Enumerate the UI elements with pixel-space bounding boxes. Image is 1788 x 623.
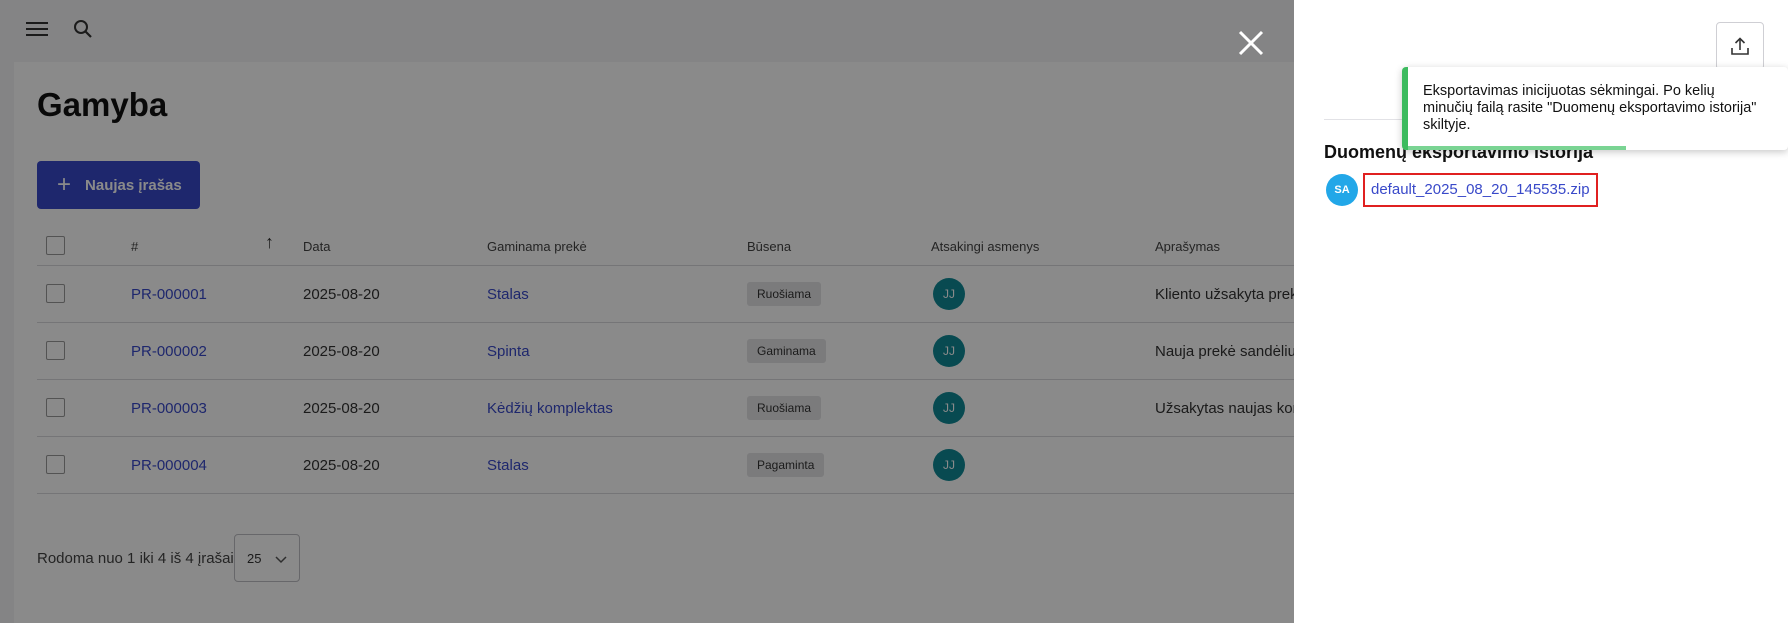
toast-progress-bar — [1408, 146, 1626, 150]
toast-accent-bar — [1402, 67, 1408, 150]
toast-message: Eksportavimas inicijuotas sėkmingai. Po … — [1423, 83, 1757, 133]
close-drawer-button[interactable] — [1234, 26, 1268, 60]
upload-icon — [1731, 37, 1749, 55]
modal-backdrop[interactable] — [0, 0, 1294, 623]
avatar: SA — [1326, 174, 1358, 206]
export-upload-button[interactable] — [1716, 22, 1764, 70]
close-icon — [1238, 30, 1264, 56]
export-file-link[interactable]: default_2025_08_20_145535.zip — [1363, 173, 1598, 207]
success-toast[interactable]: Eksportavimas inicijuotas sėkmingai. Po … — [1402, 67, 1788, 150]
